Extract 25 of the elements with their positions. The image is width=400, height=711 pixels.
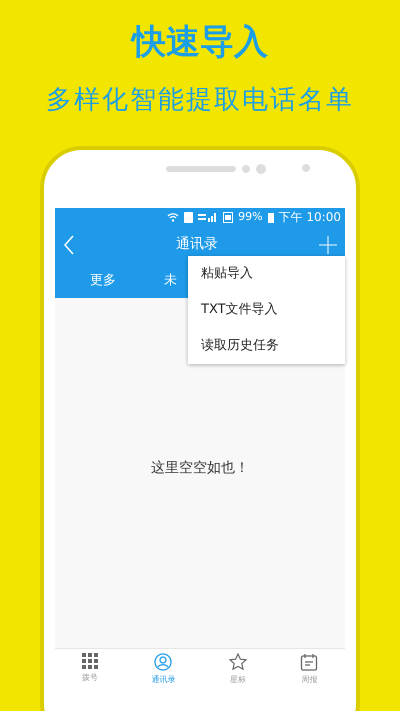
app-bar-title: 通讯录 [176, 235, 218, 254]
wifi-icon [167, 212, 180, 222]
menu-item[interactable]: 读取历史任务 [188, 328, 345, 364]
tab[interactable]: 未 [164, 270, 177, 290]
nav-tab[interactable]: 星标 [228, 649, 247, 708]
contact-icon [154, 653, 172, 671]
star-icon [228, 653, 247, 671]
menu-item[interactable]: 粘贴导入 [188, 256, 345, 292]
battery-icon [268, 212, 274, 222]
battery-percent: 99% [238, 208, 263, 225]
tab[interactable]: 更多 [90, 270, 116, 290]
nav-tab[interactable]: 周报 [300, 649, 318, 708]
nav-tab[interactable]: 通讯录 [151, 649, 176, 708]
dialpad-icon [82, 653, 98, 669]
calendar-icon [300, 653, 318, 671]
empty-message: 这里空空如也！ [150, 459, 250, 478]
subtitle: 多样化智能提取电话名单 [45, 84, 355, 116]
nav-tab[interactable]: 拨号 [82, 649, 98, 708]
clock: 下午 10:00 [278, 209, 341, 226]
sensor-icon [302, 164, 310, 172]
back-icon[interactable] [63, 234, 75, 254]
add-icon[interactable] [319, 236, 337, 254]
headline: 快速导入 [130, 22, 269, 62]
signal-icon [198, 212, 218, 222]
menu-item[interactable]: TXT文件导入 [188, 292, 345, 328]
